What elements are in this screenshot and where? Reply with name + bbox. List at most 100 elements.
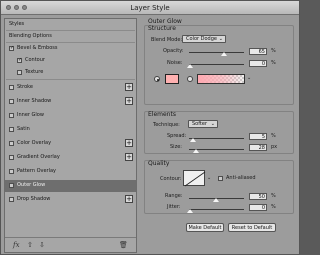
styles-list: Styles Blending Options Bevel & Emboss C… <box>4 18 137 253</box>
opacity-label: Opacity: <box>163 48 184 54</box>
chevron-down-icon: ⌄ <box>218 36 223 42</box>
style-item-label: Inner Shadow <box>17 98 52 104</box>
spread-label: Spread: <box>167 133 187 139</box>
technique-label: Technique: <box>153 122 180 128</box>
style-item-outer-glow[interactable]: Outer Glow <box>5 180 136 192</box>
style-item-label: Blending Options <box>9 33 52 39</box>
outer-glow-checkbox[interactable] <box>9 183 14 188</box>
divider <box>6 79 135 80</box>
window-title: Layer Style <box>130 4 170 12</box>
spread-slider-thumb[interactable] <box>190 138 196 142</box>
section-title: Outer Glow <box>148 18 182 25</box>
glow-gradient-picker[interactable] <box>197 74 245 84</box>
style-item-label: Pattern Overlay <box>17 168 57 174</box>
spread-slider[interactable] <box>189 138 244 139</box>
style-item-pattern-overlay[interactable]: Pattern Overlay <box>5 166 136 177</box>
stroke-checkbox[interactable] <box>9 85 14 90</box>
satin-checkbox[interactable] <box>9 127 14 132</box>
range-unit: % <box>271 193 276 199</box>
jitter-unit: % <box>271 204 276 210</box>
trash-icon[interactable]: 🗑 <box>119 241 128 249</box>
anti-aliased-checkbox[interactable] <box>218 176 223 181</box>
style-item-stroke[interactable]: Stroke + <box>5 82 136 93</box>
size-slider-thumb[interactable] <box>193 149 199 153</box>
style-item-label: Contour <box>25 57 45 63</box>
style-item-bevel-emboss[interactable]: Bevel & Emboss <box>5 43 136 54</box>
bevel-emboss-checkbox[interactable] <box>9 45 14 51</box>
add-color-overlay-button[interactable]: + <box>125 139 133 147</box>
range-input[interactable]: 50 <box>249 193 267 200</box>
style-item-color-overlay[interactable]: Color Overlay + <box>5 138 136 149</box>
layer-style-window: Layer Style Styles Blending Options Beve… <box>0 0 300 255</box>
structure-heading: Structure <box>148 25 176 32</box>
style-item-inner-glow[interactable]: Inner Glow <box>5 110 136 121</box>
anti-aliased-label: Anti-aliased <box>226 175 256 181</box>
move-up-icon[interactable]: ⇧ <box>27 241 33 249</box>
contour-checkbox[interactable] <box>17 57 22 63</box>
style-item-label: Texture <box>25 69 44 75</box>
noise-slider-thumb[interactable] <box>187 64 193 68</box>
opacity-input[interactable]: 65 <box>249 48 267 55</box>
jitter-label: Jitter: <box>167 204 181 210</box>
jitter-slider[interactable] <box>189 209 244 210</box>
style-item-label: Color Overlay <box>17 140 52 146</box>
add-drop-shadow-button[interactable]: + <box>125 195 133 203</box>
fx-icon[interactable]: fx <box>13 241 20 249</box>
inner-shadow-checkbox[interactable] <box>9 99 14 104</box>
inner-glow-checkbox[interactable] <box>9 113 14 118</box>
elements-heading: Elements <box>148 111 176 118</box>
style-item-inner-shadow[interactable]: Inner Shadow + <box>5 96 136 107</box>
size-input[interactable]: 28 <box>249 144 267 151</box>
noise-unit: % <box>271 60 276 66</box>
styles-header-label: Styles <box>9 21 25 27</box>
range-slider-thumb[interactable] <box>213 198 219 202</box>
gradient-overlay-checkbox[interactable] <box>9 155 14 160</box>
add-inner-shadow-button[interactable]: + <box>125 97 133 105</box>
technique-select[interactable]: Softer ⌄ <box>188 120 218 128</box>
opacity-slider[interactable] <box>189 52 244 53</box>
style-item-satin[interactable]: Satin <box>5 124 136 135</box>
styles-header[interactable]: Styles <box>5 19 136 30</box>
color-overlay-checkbox[interactable] <box>9 141 14 146</box>
style-item-blending-options[interactable]: Blending Options <box>5 31 136 42</box>
solid-color-radio[interactable] <box>154 76 160 82</box>
spread-unit: % <box>271 133 276 139</box>
contour-curve-icon <box>184 171 206 187</box>
jitter-slider-thumb[interactable] <box>187 209 193 213</box>
style-item-gradient-overlay[interactable]: Gradient Overlay + <box>5 152 136 163</box>
outer-glow-settings: Outer Glow Structure Blend Mode: Color D… <box>142 18 297 254</box>
style-item-contour[interactable]: Contour <box>5 55 136 66</box>
range-label: Range: <box>165 193 183 199</box>
glow-color-swatch[interactable] <box>165 74 179 84</box>
noise-slider[interactable] <box>189 64 244 65</box>
add-stroke-button[interactable]: + <box>125 83 133 91</box>
contour-dropdown-icon[interactable]: ⌄ <box>207 175 211 181</box>
jitter-input[interactable]: 0 <box>249 204 267 211</box>
style-item-texture[interactable]: Texture <box>5 67 136 78</box>
style-item-label: Outer Glow <box>17 182 46 188</box>
noise-input[interactable]: 0 <box>249 60 267 67</box>
quality-group: Quality Contour: ⌄ Anti-aliased Range: 5… <box>144 160 294 214</box>
elements-group: Elements Technique: Softer ⌄ Spread: 5 %… <box>144 111 294 154</box>
pattern-overlay-checkbox[interactable] <box>9 169 14 174</box>
style-item-label: Gradient Overlay <box>17 154 60 160</box>
blend-mode-select[interactable]: Color Dodge ⌄ <box>182 35 226 43</box>
reset-to-default-button[interactable]: Reset to Default <box>228 223 276 232</box>
structure-group: Structure Blend Mode: Color Dodge ⌄ Opac… <box>144 25 294 105</box>
opacity-unit: % <box>271 48 276 54</box>
opacity-slider-thumb[interactable] <box>221 52 227 56</box>
drop-shadow-checkbox[interactable] <box>9 197 14 202</box>
spread-input[interactable]: 5 <box>249 133 267 140</box>
style-item-drop-shadow[interactable]: Drop Shadow + <box>5 194 136 205</box>
add-gradient-overlay-button[interactable]: + <box>125 153 133 161</box>
make-default-button[interactable]: Make Default <box>186 223 224 232</box>
gradient-radio[interactable] <box>187 76 193 82</box>
quality-heading: Quality <box>148 160 170 167</box>
move-down-icon[interactable]: ⇩ <box>39 241 45 249</box>
blend-mode-value: Color Dodge <box>186 36 217 42</box>
size-unit: px <box>271 144 278 150</box>
texture-checkbox[interactable] <box>17 70 22 75</box>
noise-label: Noise: <box>167 60 183 66</box>
gradient-dropdown-icon[interactable]: ⌄ <box>247 75 251 81</box>
contour-picker[interactable] <box>183 170 206 187</box>
